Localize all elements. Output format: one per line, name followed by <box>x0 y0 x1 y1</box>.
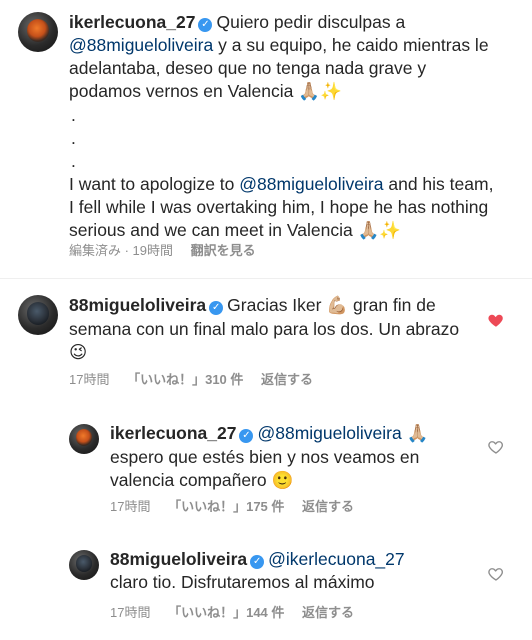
verified-badge-icon: ✓ <box>209 301 224 315</box>
verified-badge-icon: ✓ <box>250 555 265 569</box>
likes-count[interactable]: 「いいね！」310 件 <box>127 372 243 387</box>
avatar-ikerlecuona[interactable] <box>69 424 99 454</box>
reply-time: 17時間 <box>110 499 151 514</box>
comment-meta: 17時間 「いいね！」310 件 返信する <box>69 369 327 388</box>
wink-emoji: 😉 <box>69 343 88 363</box>
reply-meta: 17時間 「いいね！」175 件 返信する <box>110 496 368 515</box>
reply-time: 17時間 <box>110 605 151 620</box>
avatar-88migueloliveira[interactable] <box>18 295 58 335</box>
caption-meta: 編集済み · 19時間 翻訳を見る <box>69 240 270 259</box>
muscle-emoji: 💪🏼 <box>326 296 349 316</box>
reply-body: claro tio. Disfrutaremos al máximo <box>110 572 375 592</box>
pray-emoji: 🙏🏼 <box>406 424 429 444</box>
reply-comment: 88migueloliveira ✓ @ikerlecuona_27 claro t… <box>0 540 532 640</box>
mention-link[interactable]: @ikerlecuona_27 <box>268 549 404 569</box>
mention-link[interactable]: @88migueloliveira <box>239 174 383 194</box>
comment-text: 88migueloliveira ✓ Gracias Iker 💪🏼 gran fi… <box>69 294 469 365</box>
comment-username[interactable]: 88migueloliveira <box>69 295 206 315</box>
comment-time: 17時間 <box>69 372 110 387</box>
pray-sparkle-emoji: 🙏🏼✨ <box>357 221 402 241</box>
reply-meta: 17時間 「いいね！」144 件 返信する <box>110 602 368 621</box>
reply-button[interactable]: 返信する <box>302 605 354 620</box>
post-username[interactable]: ikerlecuona_27 <box>69 12 195 32</box>
avatar-ikerlecuona[interactable] <box>18 12 58 52</box>
see-translation-button[interactable]: 翻訳を見る <box>191 243 256 258</box>
bullet: . <box>71 128 76 148</box>
reply-text: 88migueloliveira ✓ @ikerlecuona_27 claro t… <box>110 548 480 594</box>
reply-text: ikerlecuona_27 ✓ @88migueloliveira 🙏🏼 espe… <box>110 422 480 493</box>
reply-button[interactable]: 返信する <box>302 499 354 514</box>
caption-es-1: Quiero pedir disculpas a <box>216 12 406 32</box>
pray-sparkle-emoji: 🙏🏼✨ <box>298 82 342 102</box>
mention-link[interactable]: @88migueloliveira <box>69 35 213 55</box>
comment-body: Gracias Iker <box>227 295 322 315</box>
heart-outline-icon[interactable] <box>487 438 505 456</box>
heart-filled-icon[interactable] <box>487 311 505 329</box>
reply-comment: ikerlecuona_27 ✓ @88migueloliveira 🙏🏼 espe… <box>0 410 532 520</box>
bullet: . <box>71 105 76 125</box>
reply-body: espero que estés bien y nos veamos en va… <box>110 447 420 490</box>
verified-badge-icon: ✓ <box>239 429 254 443</box>
avatar-88migueloliveira[interactable] <box>69 550 99 580</box>
mention-link[interactable]: @88migueloliveira <box>257 423 401 443</box>
edited-time: 編集済み · 19時間 <box>69 243 174 258</box>
comment: 88migueloliveira ✓ Gracias Iker 💪🏼 gran fi… <box>0 279 532 399</box>
likes-count[interactable]: 「いいね！」175 件 <box>168 499 284 514</box>
reply-username[interactable]: ikerlecuona_27 <box>110 423 236 443</box>
bullet: . <box>71 151 76 171</box>
reply-username[interactable]: 88migueloliveira <box>110 549 247 569</box>
post-caption: ikerlecuona_27 ✓ Quiero pedir disculpas a … <box>0 0 532 278</box>
heart-outline-icon[interactable] <box>487 565 505 583</box>
verified-badge-icon: ✓ <box>198 18 213 32</box>
caption-en-1: I want to apologize to <box>69 174 235 194</box>
smile-emoji: 🙂 <box>271 471 294 491</box>
reply-button[interactable]: 返信する <box>261 372 313 387</box>
likes-count[interactable]: 「いいね！」144 件 <box>168 605 284 620</box>
caption-text: ikerlecuona_27 ✓ Quiero pedir disculpas a … <box>69 11 499 243</box>
